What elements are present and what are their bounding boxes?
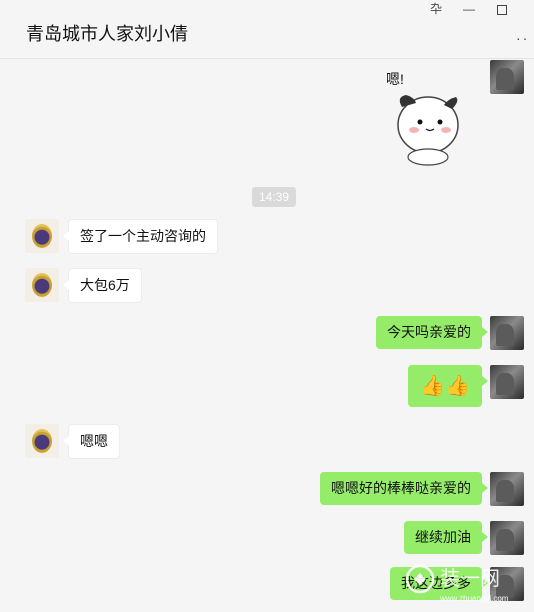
- message-list[interactable]: 嗯! 14:39 签了一个主动咨询的 大包6万 今天吗亲爱的 👍👍 嗯嗯 嗯嗯好…: [0, 59, 534, 612]
- message-bubble-left[interactable]: 签了一个主动咨询的: [63, 219, 218, 254]
- avatar-self[interactable]: [490, 521, 524, 555]
- sticker-cat[interactable]: 嗯!: [386, 67, 466, 167]
- avatar-contact[interactable]: [25, 424, 59, 458]
- avatar-self[interactable]: [490, 365, 524, 399]
- watermark-logo: 装一网 www.zhuangyi.com: [405, 564, 509, 603]
- chat-title-bar: 青岛城市人家刘小倩 卆 — ··: [0, 0, 534, 59]
- sticker-text: 嗯!: [386, 71, 404, 87]
- timestamp: 14:39: [252, 187, 296, 207]
- more-icon[interactable]: ··: [516, 30, 529, 46]
- svg-text:装一网: 装一网: [440, 566, 500, 590]
- message-bubble-right[interactable]: 👍👍: [408, 365, 488, 407]
- svg-text:www.zhuangyi.com: www.zhuangyi.com: [439, 594, 509, 603]
- avatar-contact[interactable]: [25, 219, 59, 253]
- message-bubble-right[interactable]: 继续加油: [404, 521, 488, 554]
- message-bubble-left[interactable]: 嗯嗯: [63, 424, 120, 459]
- minimize-icon[interactable]: —: [463, 1, 475, 17]
- message-bubble-right[interactable]: 嗯嗯好的棒棒哒亲爱的: [320, 472, 488, 505]
- avatar-self[interactable]: [490, 60, 524, 94]
- avatar-contact[interactable]: [25, 268, 59, 302]
- maximize-icon[interactable]: [497, 5, 507, 15]
- message-bubble-left[interactable]: 大包6万: [63, 268, 142, 303]
- pin-icon[interactable]: 卆: [430, 1, 442, 17]
- avatar-self[interactable]: [490, 316, 524, 350]
- message-bubble-right[interactable]: 今天吗亲爱的: [376, 316, 488, 349]
- avatar-self[interactable]: [490, 472, 524, 506]
- chat-title: 青岛城市人家刘小倩: [26, 24, 188, 44]
